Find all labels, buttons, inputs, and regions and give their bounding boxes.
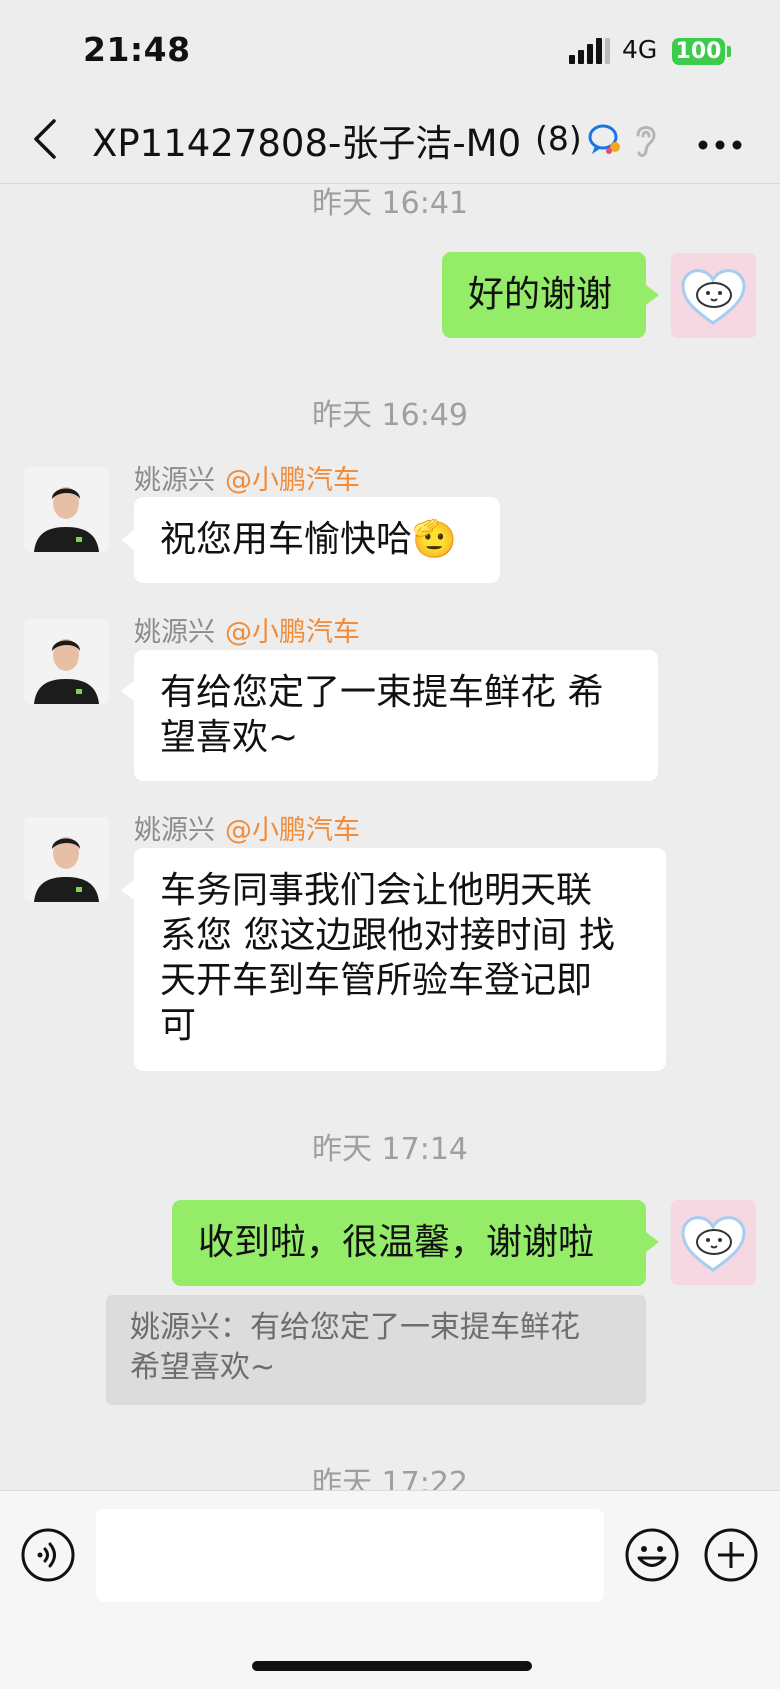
mention-label[interactable]: @小鹏汽车	[225, 815, 360, 846]
sender-line: 姚源兴 @小鹏汽车	[134, 458, 360, 497]
message-line: 可	[160, 1005, 197, 1046]
bubble-tail	[121, 530, 134, 550]
chat-title[interactable]: XP11427808-张子洁-M0	[92, 113, 522, 167]
timestamp: 昨天 16:41	[312, 186, 468, 221]
sender-line: 姚源兴 @小鹏汽车	[134, 610, 360, 649]
user-avatar[interactable]	[671, 253, 756, 338]
user-avatar[interactable]	[671, 1200, 756, 1285]
quote-line: 姚源兴：有给您定了一束提车鲜花	[130, 1310, 580, 1345]
message-line: 天开车到车管所验车登记即	[160, 960, 593, 1001]
sender-avatar[interactable]	[24, 619, 109, 704]
sender-line: 姚源兴 @小鹏汽车	[134, 808, 360, 847]
member-count: (8)	[535, 119, 582, 158]
outgoing-message-bubble[interactable]: 收到啦，很温馨，谢谢啦	[172, 1200, 646, 1286]
input-bar	[0, 1490, 780, 1689]
chat-bubble-icon	[587, 123, 623, 161]
quoted-message[interactable]: 姚源兴：有给您定了一束提车鲜花 希望喜欢~	[106, 1295, 646, 1405]
outgoing-message-bubble[interactable]: 好的谢谢	[442, 252, 646, 338]
signal-icon	[569, 38, 611, 68]
sender-avatar[interactable]	[24, 467, 109, 552]
message-line: 望喜欢~	[160, 717, 299, 758]
sender-name[interactable]: 姚源兴	[134, 617, 215, 648]
quote-line: 希望喜欢~	[130, 1350, 276, 1385]
home-indicator	[252, 1661, 532, 1671]
battery-icon: 100	[672, 38, 725, 65]
bubble-tail	[646, 285, 659, 305]
plus-icon[interactable]	[703, 1527, 759, 1587]
more-dots-icon[interactable]	[698, 135, 742, 154]
timestamp: 昨天 17:14	[312, 1132, 468, 1167]
bubble-tail	[646, 1232, 659, 1252]
back-arrow-icon[interactable]	[30, 117, 60, 165]
ear-icon	[632, 121, 658, 163]
mention-label[interactable]: @小鹏汽车	[225, 617, 360, 648]
mention-label[interactable]: @小鹏汽车	[225, 465, 360, 496]
status-time: 21:48	[83, 30, 191, 69]
incoming-message-bubble[interactable]: 车务同事我们会让他明天联 系您 您这边跟他对接时间 找 天开车到车管所验车登记即…	[134, 848, 666, 1071]
nav-bar: XP11427808-张子洁-M0 (8)	[0, 95, 780, 184]
sender-name[interactable]: 姚源兴	[134, 815, 215, 846]
voice-icon[interactable]	[20, 1527, 76, 1587]
incoming-message-bubble[interactable]: 有给您定了一束提车鲜花 希 望喜欢~	[134, 650, 658, 781]
bubble-tail	[121, 681, 134, 701]
timestamp: 昨天 16:49	[312, 398, 468, 433]
message-line: 车务同事我们会让他明天联	[160, 870, 593, 911]
message-line: 有给您定了一束提车鲜花 希	[160, 672, 604, 713]
sender-name[interactable]: 姚源兴	[134, 465, 215, 496]
message-input[interactable]	[96, 1509, 604, 1602]
sender-avatar[interactable]	[24, 817, 109, 902]
message-line: 系您 您这边跟他对接时间 找	[160, 915, 615, 956]
incoming-message-bubble[interactable]: 祝您用车愉快哈🫡	[134, 497, 500, 583]
emoji-icon[interactable]	[624, 1527, 680, 1587]
battery-tip	[727, 46, 731, 57]
bubble-tail	[121, 880, 134, 900]
network-label: 4G	[622, 35, 658, 64]
